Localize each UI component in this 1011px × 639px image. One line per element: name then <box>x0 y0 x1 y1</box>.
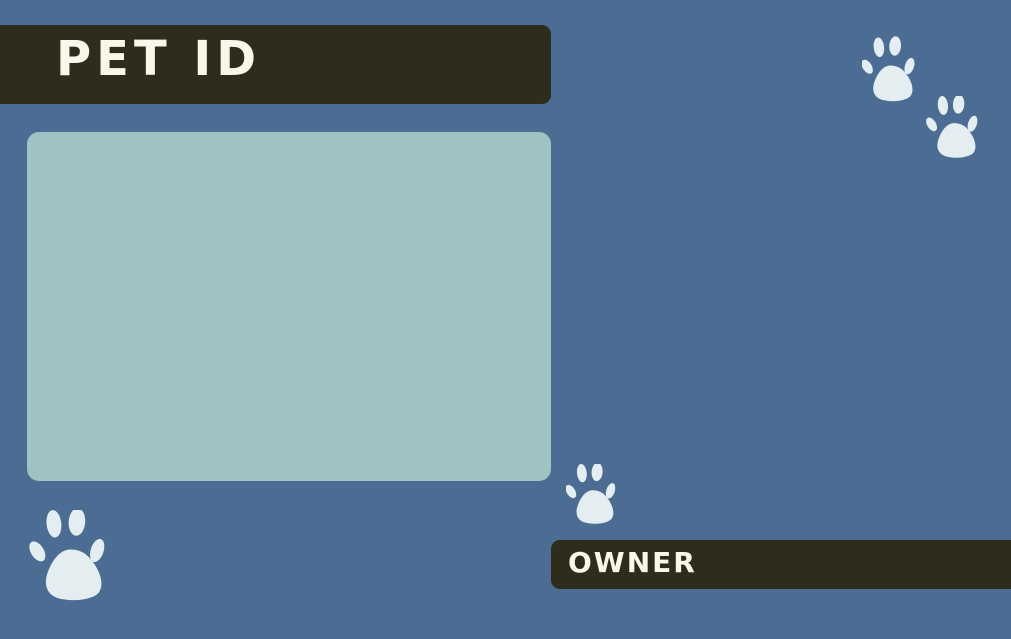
page-title: PET ID <box>56 31 262 87</box>
paw-print-icon <box>28 510 124 602</box>
photo-placeholder <box>27 132 551 481</box>
owner-label: OWNER <box>568 546 697 579</box>
paw-print-icon <box>862 36 927 104</box>
paw-print-icon <box>926 96 990 159</box>
paw-print-icon <box>566 464 627 525</box>
